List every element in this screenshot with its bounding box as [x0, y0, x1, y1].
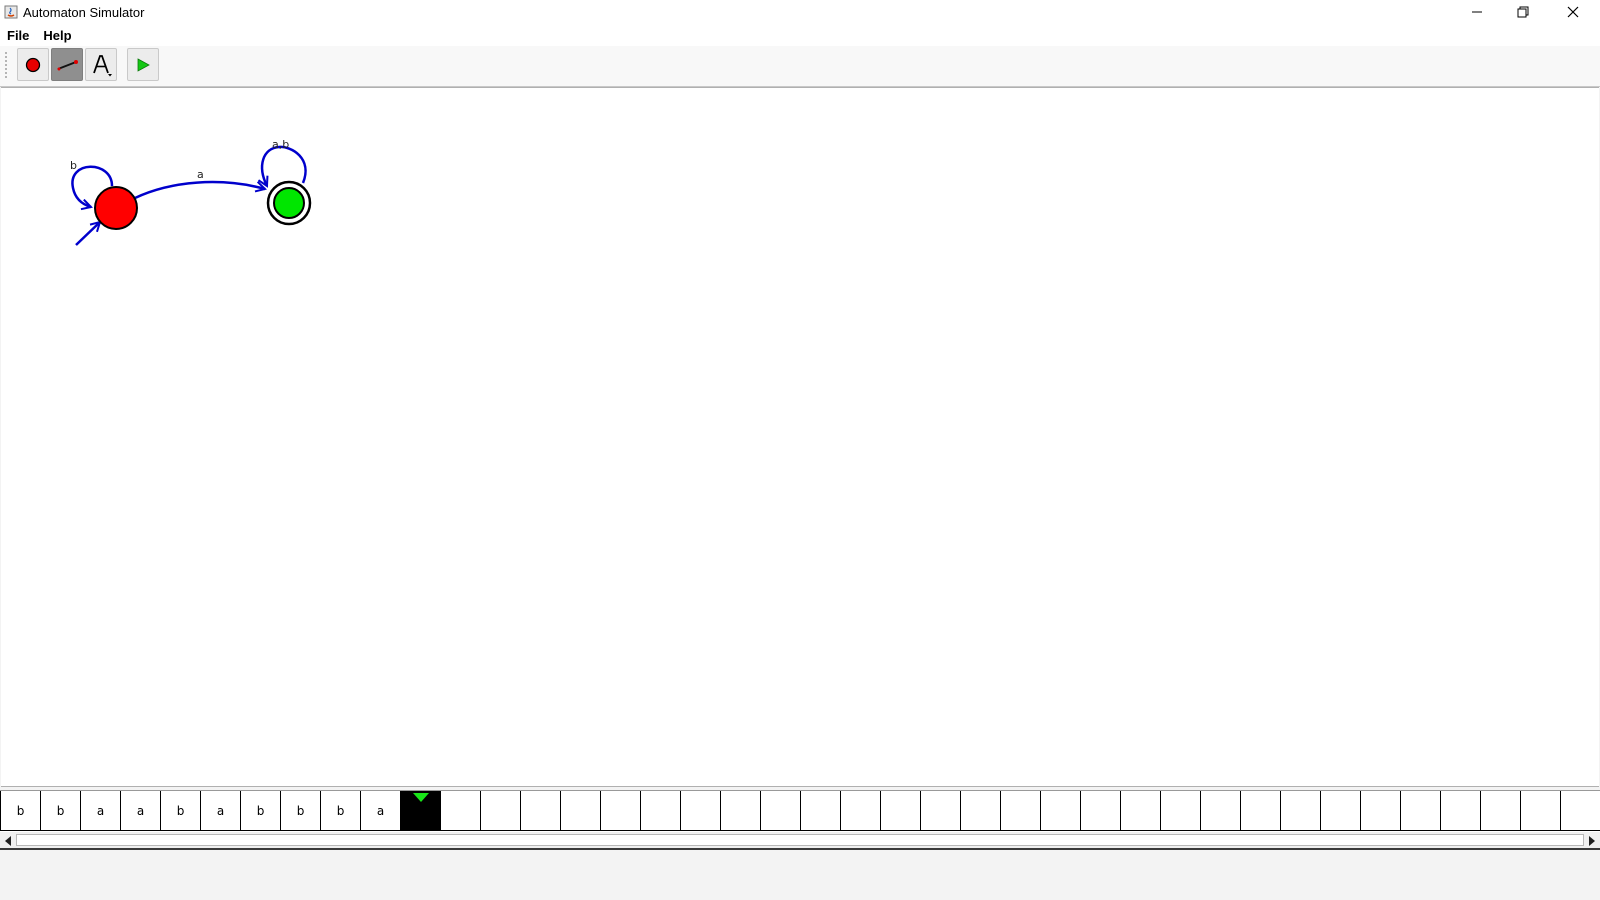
- tape-cell[interactable]: [920, 791, 960, 831]
- tape-cell[interactable]: [560, 791, 600, 831]
- tape-cell[interactable]: [840, 791, 880, 831]
- close-icon: [1567, 6, 1579, 18]
- play-icon: [137, 57, 150, 72]
- tape-cell[interactable]: b: [0, 791, 40, 831]
- tape-symbol: b: [16, 803, 25, 818]
- tape-head-icon: [413, 793, 429, 802]
- tape-cell[interactable]: a: [80, 791, 120, 831]
- run-button[interactable]: [127, 48, 159, 81]
- maximize-button[interactable]: [1500, 0, 1546, 24]
- state-q1[interactable]: [273, 187, 305, 219]
- state-q0[interactable]: [94, 186, 138, 230]
- tape-cell[interactable]: [1120, 791, 1160, 831]
- self-loop-q1[interactable]: [262, 145, 307, 186]
- tape-symbol: b: [336, 803, 345, 818]
- tape-cell[interactable]: [760, 791, 800, 831]
- title-bar: Automaton Simulator: [0, 0, 1600, 24]
- tape-cell[interactable]: a: [120, 791, 160, 831]
- self-loop-q1-label: a,b: [272, 138, 289, 151]
- tape-cell[interactable]: [680, 791, 720, 831]
- tape-cell[interactable]: [720, 791, 760, 831]
- add-state-button[interactable]: [17, 48, 49, 81]
- menu-bar: File Help: [0, 24, 1600, 46]
- automaton-canvas[interactable]: b a a,b: [1, 87, 1599, 787]
- tape-cell[interactable]: [1320, 791, 1360, 831]
- minimize-icon: [1472, 11, 1482, 13]
- tape-symbol: a: [96, 803, 105, 818]
- tape-cell[interactable]: a: [200, 791, 240, 831]
- tape-cell[interactable]: [1200, 791, 1240, 831]
- edit-label-button[interactable]: [85, 48, 117, 81]
- toolbar: [0, 46, 1600, 87]
- tape-symbol: b: [256, 803, 265, 818]
- horizontal-scrollbar[interactable]: [0, 832, 1600, 850]
- transition-q0-q1[interactable]: [134, 180, 265, 200]
- scrollbar-thumb[interactable]: [16, 834, 1584, 846]
- self-loop-q0-label: b: [70, 159, 77, 172]
- java-icon: [4, 5, 18, 19]
- tape-symbol: a: [136, 803, 145, 818]
- tape-cell[interactable]: b: [160, 791, 200, 831]
- tape-head-cell[interactable]: [400, 791, 440, 831]
- menu-file[interactable]: File: [0, 28, 36, 43]
- scroll-left-icon[interactable]: [5, 836, 11, 846]
- transition-q0-q1-label: a: [197, 168, 204, 181]
- scroll-right-icon[interactable]: [1589, 836, 1595, 846]
- tape-cell[interactable]: [1400, 791, 1440, 831]
- tape-cell[interactable]: b: [240, 791, 280, 831]
- tape-cell[interactable]: b: [40, 791, 80, 831]
- tape-cell[interactable]: [520, 791, 560, 831]
- tape-cell[interactable]: [960, 791, 1000, 831]
- tape-cell[interactable]: [880, 791, 920, 831]
- toolbar-grip[interactable]: [4, 51, 10, 81]
- tape-symbol: a: [376, 803, 385, 818]
- tape-symbol: a: [216, 803, 225, 818]
- tape-cell[interactable]: [1560, 791, 1600, 831]
- tape-cell[interactable]: [1040, 791, 1080, 831]
- window-title: Automaton Simulator: [23, 4, 145, 20]
- tape-symbol: b: [176, 803, 185, 818]
- tape-symbol: b: [296, 803, 305, 818]
- tape-cell[interactable]: [480, 791, 520, 831]
- text-a-icon: [93, 54, 112, 76]
- close-button[interactable]: [1550, 0, 1596, 24]
- initial-state-arrow: [75, 222, 100, 246]
- restore-icon: [1517, 6, 1529, 18]
- automaton-diagram[interactable]: b a a,b: [1, 88, 1599, 788]
- tape-cell[interactable]: [1160, 791, 1200, 831]
- add-transition-button[interactable]: [51, 48, 83, 81]
- red-circle-icon: [25, 57, 41, 72]
- tape-cell[interactable]: [1240, 791, 1280, 831]
- tape-cell[interactable]: b: [280, 791, 320, 831]
- arrow-line-icon: [57, 59, 78, 70]
- tape-cell[interactable]: [1080, 791, 1120, 831]
- tape-cell[interactable]: [600, 791, 640, 831]
- tape-cell[interactable]: [440, 791, 480, 831]
- tape-cell[interactable]: a: [360, 791, 400, 831]
- tape-cell[interactable]: [800, 791, 840, 831]
- tape-cell[interactable]: [1280, 791, 1320, 831]
- tape-cell[interactable]: [1480, 791, 1520, 831]
- tape-symbol: b: [56, 803, 65, 818]
- tape-cell[interactable]: [1000, 791, 1040, 831]
- menu-help[interactable]: Help: [36, 28, 78, 43]
- tape-cell[interactable]: [1440, 791, 1480, 831]
- tape-cell[interactable]: [1520, 791, 1560, 831]
- tape-cell[interactable]: [640, 791, 680, 831]
- input-tape[interactable]: bbaababbba: [0, 790, 1600, 833]
- minimize-button[interactable]: [1454, 0, 1500, 24]
- tape-cell[interactable]: [1360, 791, 1400, 831]
- tape-cell[interactable]: b: [320, 791, 360, 831]
